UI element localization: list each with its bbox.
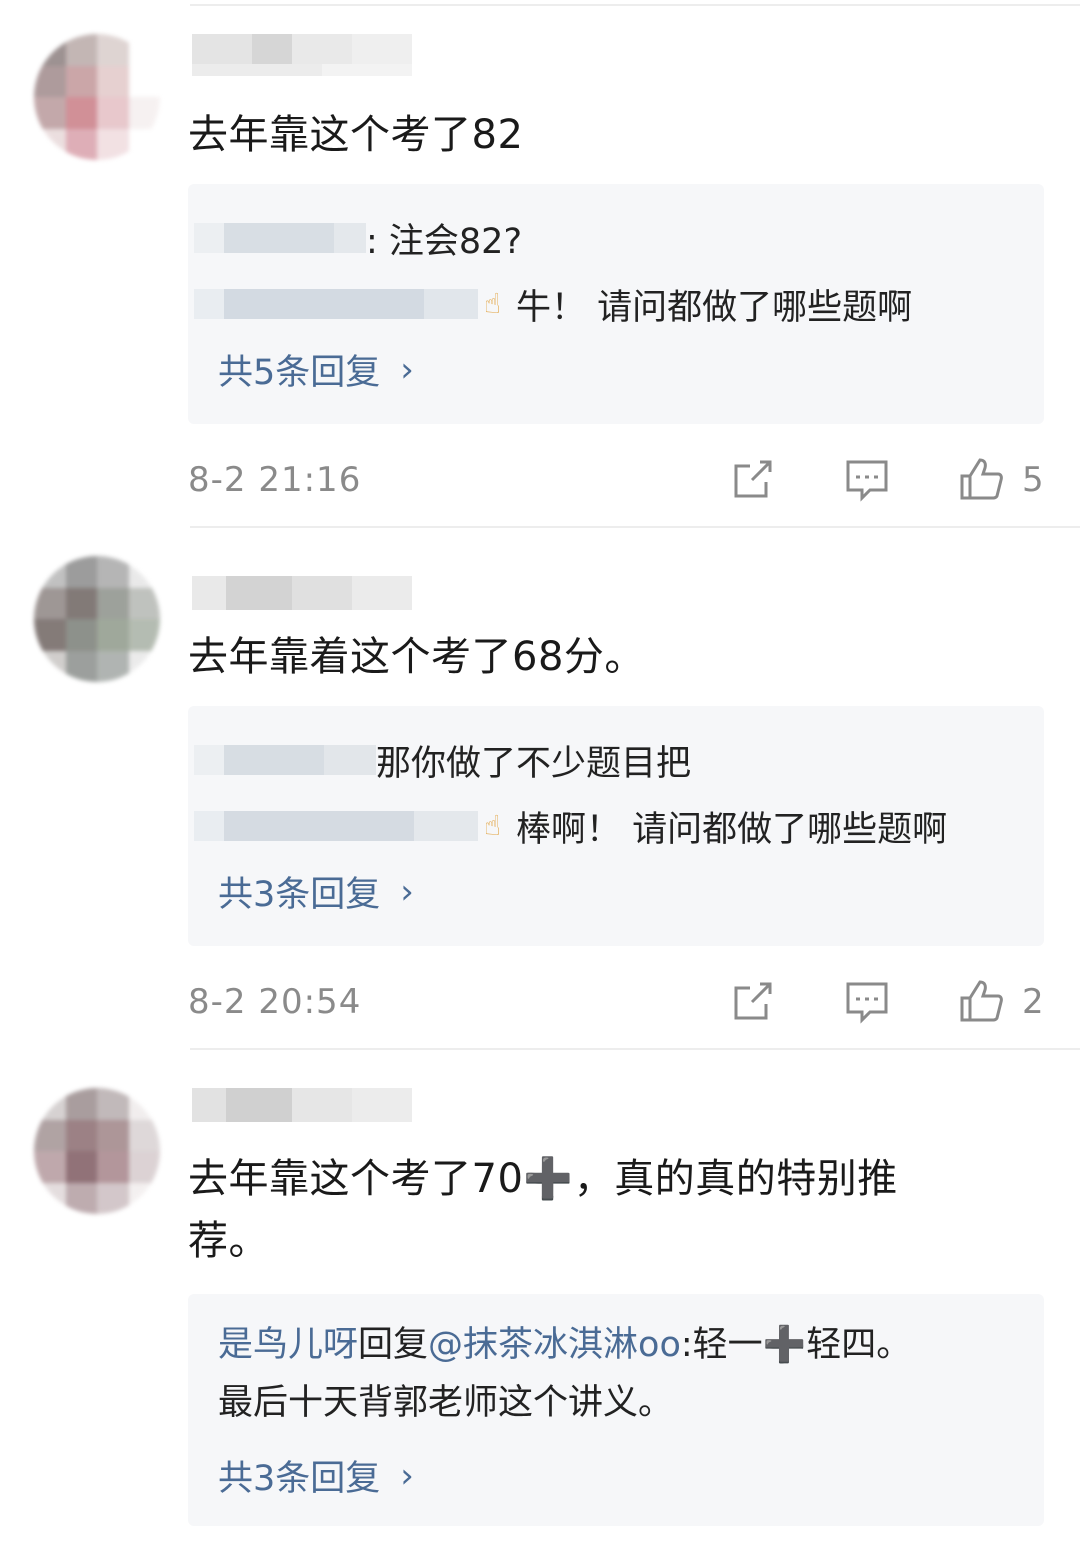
avatar[interactable] — [34, 34, 160, 160]
view-more-replies-link[interactable]: 共3条回复 › — [218, 1450, 414, 1501]
share-icon[interactable] — [730, 978, 776, 1024]
thumbs-up-emoji-icon: ☝ — [484, 287, 502, 320]
thumbs-up-emoji-icon: ☝ — [484, 809, 502, 842]
reply-box[interactable]: 那你做了不少题目把 ☝ 棒啊！ 请问都做了哪些题啊 共3条回复 › — [188, 706, 1044, 946]
like-count: 2 — [1022, 982, 1044, 1022]
comment-text: 去年靠这个考了70➕，真的真的特别推 荐。 — [188, 1148, 1008, 1272]
username[interactable] — [192, 34, 412, 68]
reply-text: 那你做了不少题目把 — [376, 743, 692, 784]
reply-author[interactable] — [194, 745, 376, 775]
reply-text: 最后十天背郭老师这个讲义。 — [218, 1383, 674, 1423]
reply-line[interactable]: ☝ 牛！ 请问都做了哪些题啊 — [188, 276, 912, 332]
avatar[interactable] — [34, 1088, 160, 1214]
comment-text-line: 荐。 — [188, 1218, 269, 1264]
more-replies-label: 共3条回复 — [218, 1459, 381, 1499]
share-icon[interactable] — [730, 456, 776, 502]
comment-meta: 8-2 21:16 5 — [188, 456, 1048, 506]
reply-author[interactable] — [194, 223, 366, 253]
reply-line[interactable]: : 注会82? — [188, 210, 522, 266]
comment-icon[interactable] — [844, 456, 890, 502]
reply-author[interactable] — [194, 811, 478, 841]
mention-link[interactable]: @抹茶冰淇淋oo — [428, 1325, 681, 1365]
username[interactable] — [192, 576, 412, 610]
reply-verb: 回复 — [358, 1325, 429, 1365]
reply-author-link[interactable]: 是鸟儿呀 — [218, 1325, 358, 1365]
timestamp: 8-2 20:54 — [188, 982, 362, 1022]
reply-line[interactable]: 是鸟儿呀回复@抹茶冰淇淋oo:轻一➕轻四。 最后十天背郭老师这个讲义。 — [218, 1316, 911, 1432]
thumbs-up-icon[interactable] — [958, 456, 1004, 502]
divider — [190, 4, 1080, 6]
more-replies-label: 共3条回复 — [218, 875, 381, 915]
like-count: 5 — [1022, 460, 1044, 500]
comment-text-line: 去年靠这个考了70➕，真的真的特别推 — [188, 1156, 898, 1202]
more-replies-label: 共5条回复 — [218, 353, 381, 393]
divider — [190, 526, 1080, 528]
chevron-right-icon: › — [400, 349, 414, 390]
comment-text: 去年靠着这个考了68分。 — [188, 634, 645, 680]
reply-author[interactable] — [194, 289, 478, 319]
chevron-right-icon: › — [400, 871, 414, 912]
view-more-replies-link[interactable]: 共5条回复 › — [218, 344, 414, 395]
comment-meta: 8-2 20:54 2 — [188, 978, 1048, 1028]
reply-box[interactable]: 是鸟儿呀回复@抹茶冰淇淋oo:轻一➕轻四。 最后十天背郭老师这个讲义。 共3条回… — [188, 1294, 1044, 1526]
reply-line[interactable]: ☝ 棒啊！ 请问都做了哪些题啊 — [188, 798, 947, 854]
reply-text: 棒啊！ 请问都做了哪些题啊 — [516, 809, 948, 850]
timestamp: 8-2 21:16 — [188, 460, 362, 500]
divider — [190, 1048, 1080, 1050]
reply-text: :轻一➕轻四。 — [680, 1325, 912, 1365]
comment-icon[interactable] — [844, 978, 890, 1024]
reply-box[interactable]: : 注会82? ☝ 牛！ 请问都做了哪些题啊 共5条回复 › — [188, 184, 1044, 424]
chevron-right-icon: › — [400, 1455, 414, 1496]
reply-text: : 注会82? — [366, 221, 523, 262]
comment-feed: 去年靠这个考了82 : 注会82? ☝ 牛！ 请问都做了哪些题啊 共5条回复 › — [0, 0, 1080, 1541]
reply-line[interactable]: 那你做了不少题目把 — [188, 732, 691, 788]
username-shadow — [192, 64, 412, 98]
avatar[interactable] — [34, 556, 160, 682]
comment-text: 去年靠这个考了82 — [188, 112, 524, 158]
thumbs-up-icon[interactable] — [958, 978, 1004, 1024]
username[interactable] — [192, 1088, 412, 1122]
reply-text: 牛！ 请问都做了哪些题啊 — [516, 287, 913, 328]
view-more-replies-link[interactable]: 共3条回复 › — [218, 866, 414, 917]
